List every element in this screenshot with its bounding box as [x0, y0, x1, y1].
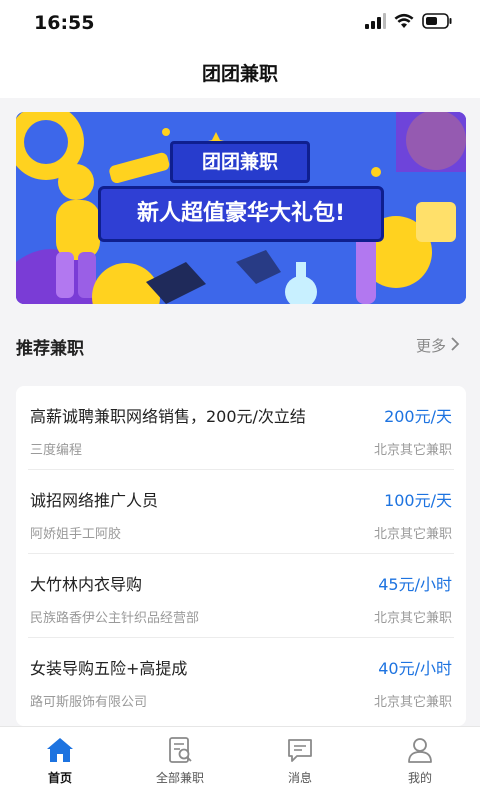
chevron-right-icon — [450, 336, 460, 355]
tab-label: 全部兼职 — [155, 771, 204, 785]
signal-icon — [364, 13, 386, 33]
message-icon — [285, 735, 315, 765]
tab-messages[interactable]: 消息 — [240, 727, 360, 800]
tab-all-jobs[interactable]: 全部兼职 — [120, 727, 240, 800]
tab-home[interactable]: 首页 — [0, 727, 120, 800]
tab-label: 我的 — [407, 771, 432, 785]
job-title: 女装导购五险+高提成 — [30, 659, 188, 678]
job-item[interactable]: 大竹林内衣导购 45元/小时 民族路香伊公主针织品经营部 北京其它兼职 — [16, 554, 466, 638]
banner-brand-tag: 团团兼职 — [170, 141, 310, 183]
job-company: 路可斯服饰有限公司 — [30, 695, 148, 710]
job-salary: 200元/天 — [384, 407, 452, 426]
section-title: 推荐兼职 — [16, 339, 84, 359]
job-location: 北京其它兼职 — [373, 611, 452, 626]
document-search-icon — [165, 735, 195, 765]
tab-label: 消息 — [287, 771, 312, 785]
job-title: 高薪诚聘兼职网络销售，200元/次立结 — [30, 407, 306, 426]
banner-headline: 新人超值豪华大礼包! — [98, 186, 384, 242]
job-list: 高薪诚聘兼职网络销售，200元/次立结 200元/天 三度编程 北京其它兼职 诚… — [16, 386, 466, 726]
job-item[interactable]: 高薪诚聘兼职网络销售，200元/次立结 200元/天 三度编程 北京其它兼职 — [16, 386, 466, 470]
job-location: 北京其它兼职 — [373, 695, 452, 710]
more-link[interactable]: 更多 — [416, 335, 460, 356]
job-item[interactable]: 诚招网络推广人员 100元/天 阿娇姐手工阿胶 北京其它兼职 — [16, 470, 466, 554]
job-company: 阿娇姐手工阿胶 — [30, 527, 122, 542]
job-salary: 100元/天 — [384, 491, 452, 510]
more-label: 更多 — [415, 337, 446, 355]
job-title: 大竹林内衣导购 — [30, 575, 143, 594]
status-icons — [364, 13, 452, 33]
wifi-icon — [394, 13, 414, 33]
bottom-tab-bar: 首页 全部兼职 消息 我的 — [0, 726, 480, 800]
job-item[interactable]: 女装导购五险+高提成 40元/小时 路可斯服饰有限公司 北京其它兼职 — [16, 638, 466, 722]
job-salary: 45元/小时 — [378, 575, 452, 594]
recommended-section-header: 推荐兼职 更多 — [0, 322, 480, 368]
job-location: 北京其它兼职 — [373, 443, 452, 458]
job-company: 民族路香伊公主针织品经营部 — [30, 611, 200, 626]
battery-icon — [422, 13, 452, 33]
tab-label: 首页 — [47, 771, 72, 785]
status-time: 16:55 — [34, 12, 95, 34]
status-bar: 16:55 — [0, 0, 480, 48]
promo-banner[interactable]: 团团兼职 新人超值豪华大礼包! — [16, 112, 466, 304]
nav-bar: 团团兼职 — [0, 48, 480, 98]
job-title: 诚招网络推广人员 — [30, 491, 159, 510]
job-location: 北京其它兼职 — [373, 527, 452, 542]
job-salary: 40元/小时 — [378, 659, 452, 678]
page-title: 团团兼职 — [201, 63, 278, 85]
tab-profile[interactable]: 我的 — [360, 727, 480, 800]
user-icon — [405, 735, 435, 765]
home-icon — [45, 735, 75, 765]
job-company: 三度编程 — [30, 443, 83, 458]
